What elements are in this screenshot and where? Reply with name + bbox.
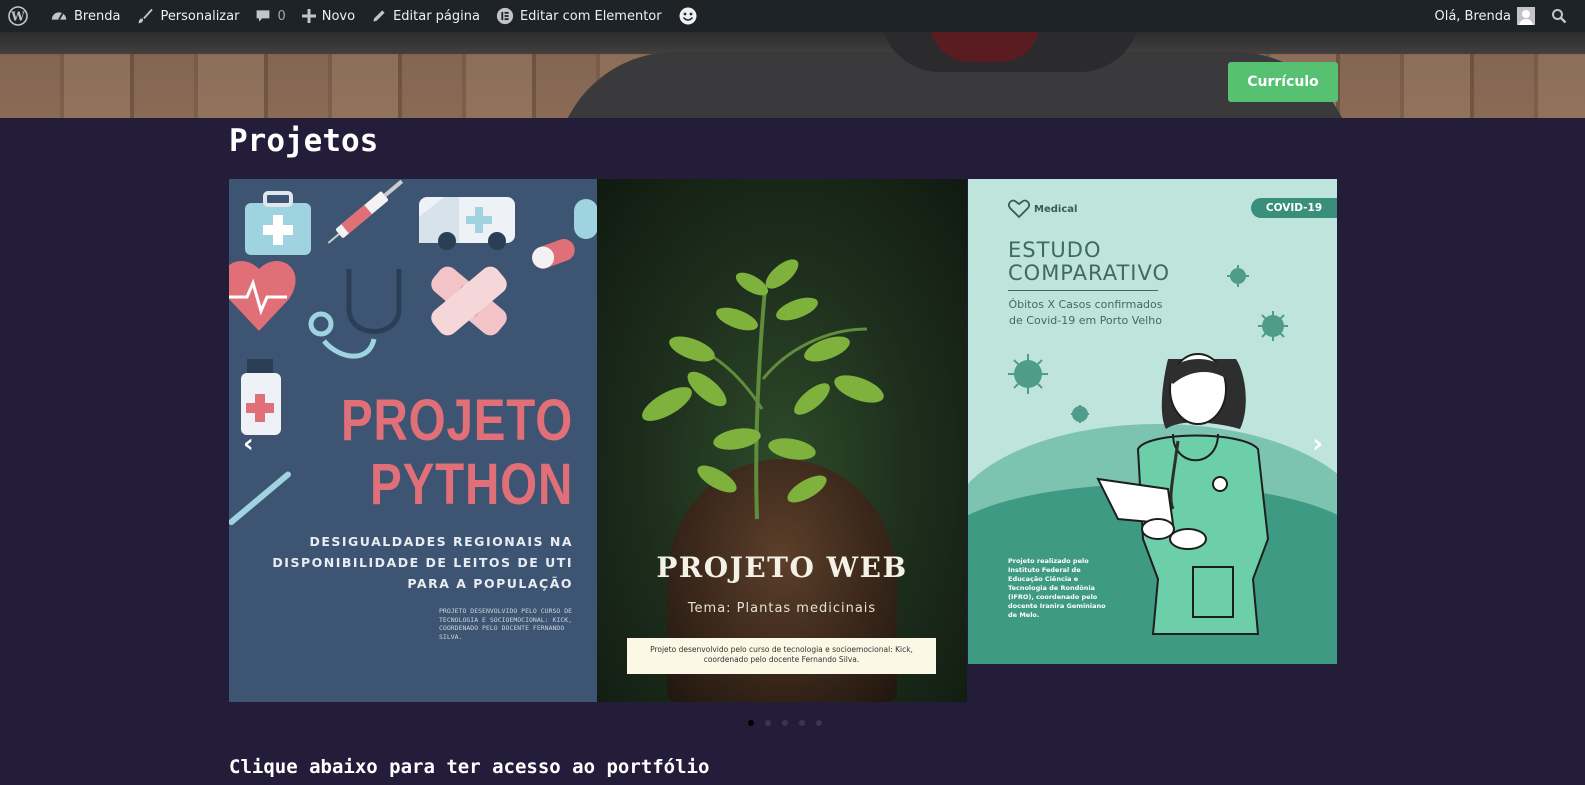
carousel-dot-3[interactable] xyxy=(782,720,788,726)
slide-projeto-python[interactable]: PROJETO PYTHON DESIGUALDADES REGIONAIS N… xyxy=(229,179,597,702)
avatar xyxy=(1517,7,1535,25)
smiley-icon[interactable] xyxy=(670,0,712,32)
search-icon[interactable] xyxy=(1543,0,1585,32)
slide-subtitle: Tema: Plantas medicinais xyxy=(687,601,877,616)
plant-illustration xyxy=(642,259,884,520)
greeting-label: Olá, Brenda xyxy=(1434,8,1511,24)
edit-elementor-link[interactable]: Editar com Elementor xyxy=(488,0,670,32)
curriculo-button[interactable]: Currículo xyxy=(1228,62,1338,102)
ambulance-icon xyxy=(419,197,515,250)
slide-estudo-comparativo[interactable]: Medical COVID-19 ESTUDO COMPARATIVO Óbit… xyxy=(968,179,1337,664)
slide-title-line1: PROJETO xyxy=(340,388,573,453)
slide-subtitle: DESIGUALDADES REGIONAIS NA DISPONIBILIDA… xyxy=(272,534,573,591)
slide-credits: Projeto desenvolvido pelo curso de tecno… xyxy=(627,638,936,674)
heart-rate-icon xyxy=(229,260,296,331)
stethoscope-icon xyxy=(308,269,402,359)
edit-page-link[interactable]: Editar página xyxy=(363,0,488,32)
carousel-dot-1[interactable] xyxy=(748,720,754,726)
thermometer-icon xyxy=(229,471,291,526)
dashboard-icon xyxy=(51,12,67,21)
svg-text:W: W xyxy=(10,10,25,24)
comments-link[interactable]: 0 xyxy=(247,0,293,32)
slide-credits: Projeto realizado pelo Instituto Federal… xyxy=(1008,557,1106,619)
slide-projeto-web[interactable]: PROJETO WEB Tema: Plantas medicinais Pro… xyxy=(597,179,967,702)
medicine-bottle-icon xyxy=(241,359,281,435)
projects-carousel: PROJETO PYTHON DESIGUALDADES REGIONAIS N… xyxy=(229,179,1337,726)
pill-icon xyxy=(532,239,575,269)
wordpress-logo-icon[interactable]: W xyxy=(0,0,42,32)
carousel-prev-arrow[interactable]: ‹ xyxy=(243,429,254,459)
page-title: Projetos xyxy=(229,123,379,159)
portfolio-heading: Clique abaixo para ter acesso ao portfól… xyxy=(229,756,710,778)
new-label: Novo xyxy=(321,8,356,24)
slide-credits: PROJETO DESENVOLVIDO PELO CURSO DE TECNO… xyxy=(439,607,573,641)
slide-title-line2: PYTHON xyxy=(369,452,573,517)
pill-icon-2 xyxy=(574,199,597,239)
carousel-dot-5[interactable] xyxy=(816,720,822,726)
slide-title: PROJETO PYTHON xyxy=(341,389,573,517)
site-name-label: Brenda xyxy=(74,8,121,24)
edit-elementor-label: Editar com Elementor xyxy=(519,8,662,24)
new-content-link[interactable]: Novo xyxy=(294,0,363,32)
carousel-dot-2[interactable] xyxy=(765,720,771,726)
wp-admin-bar: W Brenda Personalizar 0 Novo Editar pági… xyxy=(0,0,1585,32)
syringe-icon xyxy=(327,179,404,244)
hero-banner-image xyxy=(0,32,1585,118)
brush-icon xyxy=(139,8,154,24)
my-account-link[interactable]: Olá, Brenda xyxy=(1426,0,1543,32)
edit-page-label: Editar página xyxy=(393,8,480,24)
customize-link[interactable]: Personalizar xyxy=(128,0,247,32)
carousel-pagination xyxy=(231,720,1339,726)
slide-title: PROJETO WEB xyxy=(656,551,908,584)
pencil-icon xyxy=(373,10,385,22)
first-aid-kit-icon xyxy=(245,191,311,255)
site-name-link[interactable]: Brenda xyxy=(42,0,128,32)
comments-count: 0 xyxy=(277,8,286,24)
plus-icon xyxy=(301,9,316,23)
customize-label: Personalizar xyxy=(160,8,240,24)
carousel-next-arrow[interactable]: › xyxy=(1312,429,1323,459)
elementor-icon xyxy=(496,7,514,25)
comment-icon xyxy=(257,10,270,22)
carousel-dot-4[interactable] xyxy=(799,720,805,726)
